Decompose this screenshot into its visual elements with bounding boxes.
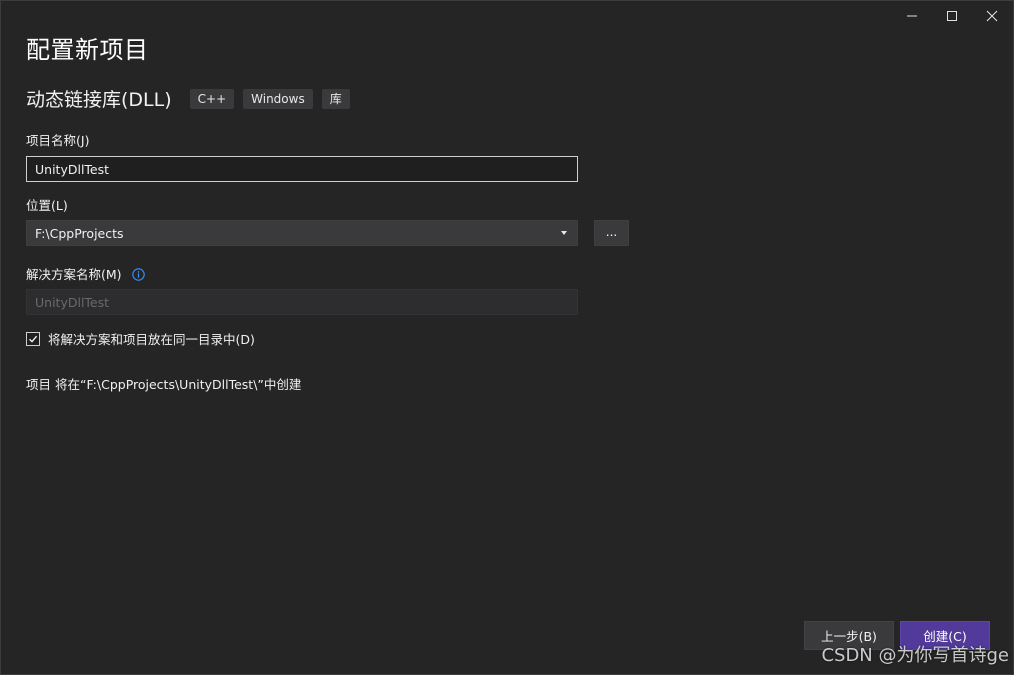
same-directory-label: 将解决方案和项目放在同一目录中(D) xyxy=(48,332,255,347)
project-name-input[interactable] xyxy=(26,156,578,182)
window-controls xyxy=(895,5,1009,27)
template-name: 动态链接库(DLL) xyxy=(26,89,172,111)
info-icon[interactable] xyxy=(131,268,145,281)
configure-project-dialog: 配置新项目 动态链接库(DLL) C++ Windows 库 项目名称(J) 位… xyxy=(0,0,1014,675)
project-name-label: 项目名称(J) xyxy=(26,133,90,148)
checkmark-icon xyxy=(29,335,38,343)
same-directory-option[interactable]: 将解决方案和项目放在同一目录中(D) xyxy=(26,329,255,348)
close-icon[interactable] xyxy=(975,5,1009,27)
watermark: CSDN @为你写首诗ge xyxy=(821,645,1009,666)
solution-name-placeholder: UnityDllTest xyxy=(35,294,110,310)
chevron-down-icon xyxy=(561,231,567,235)
solution-name-label: 解决方案名称(M) xyxy=(26,267,122,282)
same-directory-checkbox[interactable] xyxy=(26,331,40,346)
location-label: 位置(L) xyxy=(26,198,68,213)
minimize-icon[interactable] xyxy=(895,5,929,27)
browse-button[interactable]: ... xyxy=(594,220,629,246)
maximize-icon[interactable] xyxy=(935,5,969,27)
template-header: 动态链接库(DLL) C++ Windows 库 xyxy=(26,85,359,112)
solution-name-input: UnityDllTest xyxy=(26,289,578,315)
project-path-text: 项目 将在“F:\CppProjects\UnityDllTest\”中创建 xyxy=(26,377,302,392)
location-dropdown[interactable]: F:\CppProjects xyxy=(26,220,578,246)
location-value: F:\CppProjects xyxy=(35,225,124,241)
solution-name-label-row: 解决方案名称(M) xyxy=(26,264,145,283)
tag-type: 库 xyxy=(321,88,350,109)
tag-platform: Windows xyxy=(243,88,313,109)
tag-language: C++ xyxy=(189,88,235,109)
page-title: 配置新项目 xyxy=(26,36,149,64)
